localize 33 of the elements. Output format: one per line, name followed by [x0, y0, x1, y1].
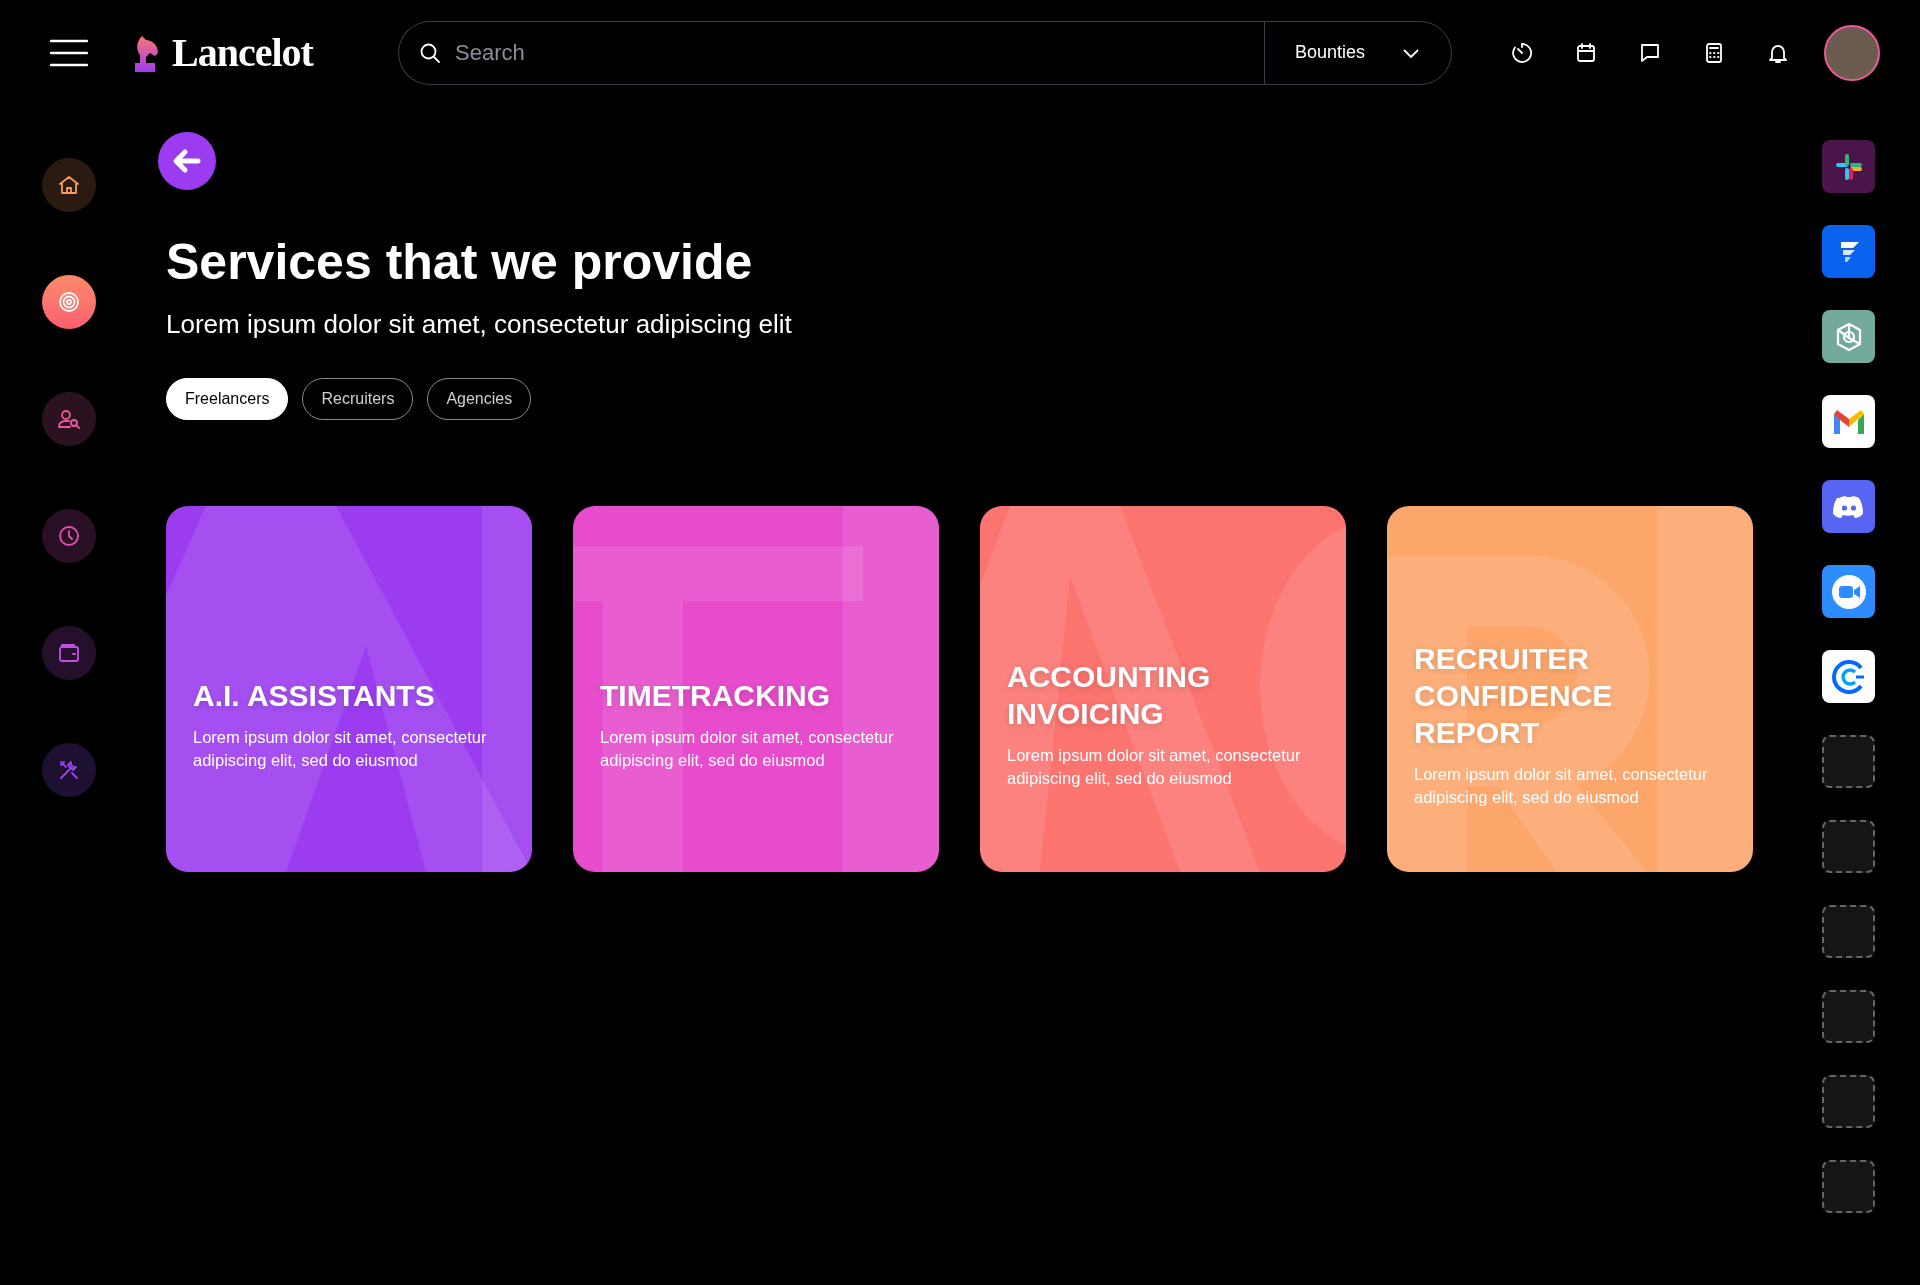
app-logo[interactable] [1822, 140, 1875, 193]
back-button[interactable] [158, 132, 216, 190]
filter-chip[interactable]: Freelancers [166, 378, 289, 420]
sidebar-nav-button[interactable] [42, 392, 96, 446]
card-title: A.I. ASSISTANTS [193, 677, 436, 714]
sidebar-nav-button[interactable] [42, 275, 96, 329]
app-logo[interactable] [1822, 565, 1875, 618]
empty-app-slot[interactable] [1822, 1160, 1875, 1213]
card-title: ACCOUNTING INVOICING [1007, 659, 1212, 732]
calendar-icon[interactable] [1574, 40, 1598, 65]
page-title: Services that we provide [166, 233, 754, 292]
card-title: TIMETRACKING [600, 677, 831, 714]
app-logo[interactable] [1822, 480, 1875, 533]
menu-button[interactable] [50, 37, 88, 68]
search-field[interactable]: Search [398, 20, 1264, 85]
card-description: Lorem ipsum dolor sit amet, consectetur adipiscing elit, sed do eiusmod [1007, 745, 1302, 789]
app-logo[interactable] [1822, 310, 1875, 363]
brand-name: Lancelot [172, 28, 313, 77]
sidebar-nav-button[interactable] [42, 158, 96, 212]
app-logo[interactable] [1822, 225, 1875, 278]
empty-app-slot[interactable] [1822, 905, 1875, 958]
empty-app-slot[interactable] [1822, 820, 1875, 873]
card-description: Lorem ipsum dolor sit amet, consectetur adipiscing elit, sed do eiusmod [600, 726, 895, 771]
card-title: RECRUITER CONFIDENCE REPORT [1414, 640, 1614, 751]
empty-app-slot[interactable] [1822, 1075, 1875, 1128]
avatar[interactable] [1824, 24, 1880, 81]
timer-icon[interactable] [1510, 40, 1534, 65]
card-description: Lorem ipsum dolor sit amet, consectetur adipiscing elit, sed do eiusmod [193, 726, 488, 771]
empty-app-slot[interactable] [1822, 735, 1875, 788]
page-subtitle: Lorem ipsum dolor sit amet, consectetur adipiscing elit [166, 308, 793, 340]
service-card[interactable]: A.I. ASSISTANTS Lorem ipsum dolor sit amet, consectetur adipiscing elit, sed do eiusmod [166, 506, 532, 872]
empty-app-slot[interactable] [1822, 990, 1875, 1043]
card-description: Lorem ipsum dolor sit amet, consectetur adipiscing elit, sed do eiusmod [1414, 763, 1709, 808]
